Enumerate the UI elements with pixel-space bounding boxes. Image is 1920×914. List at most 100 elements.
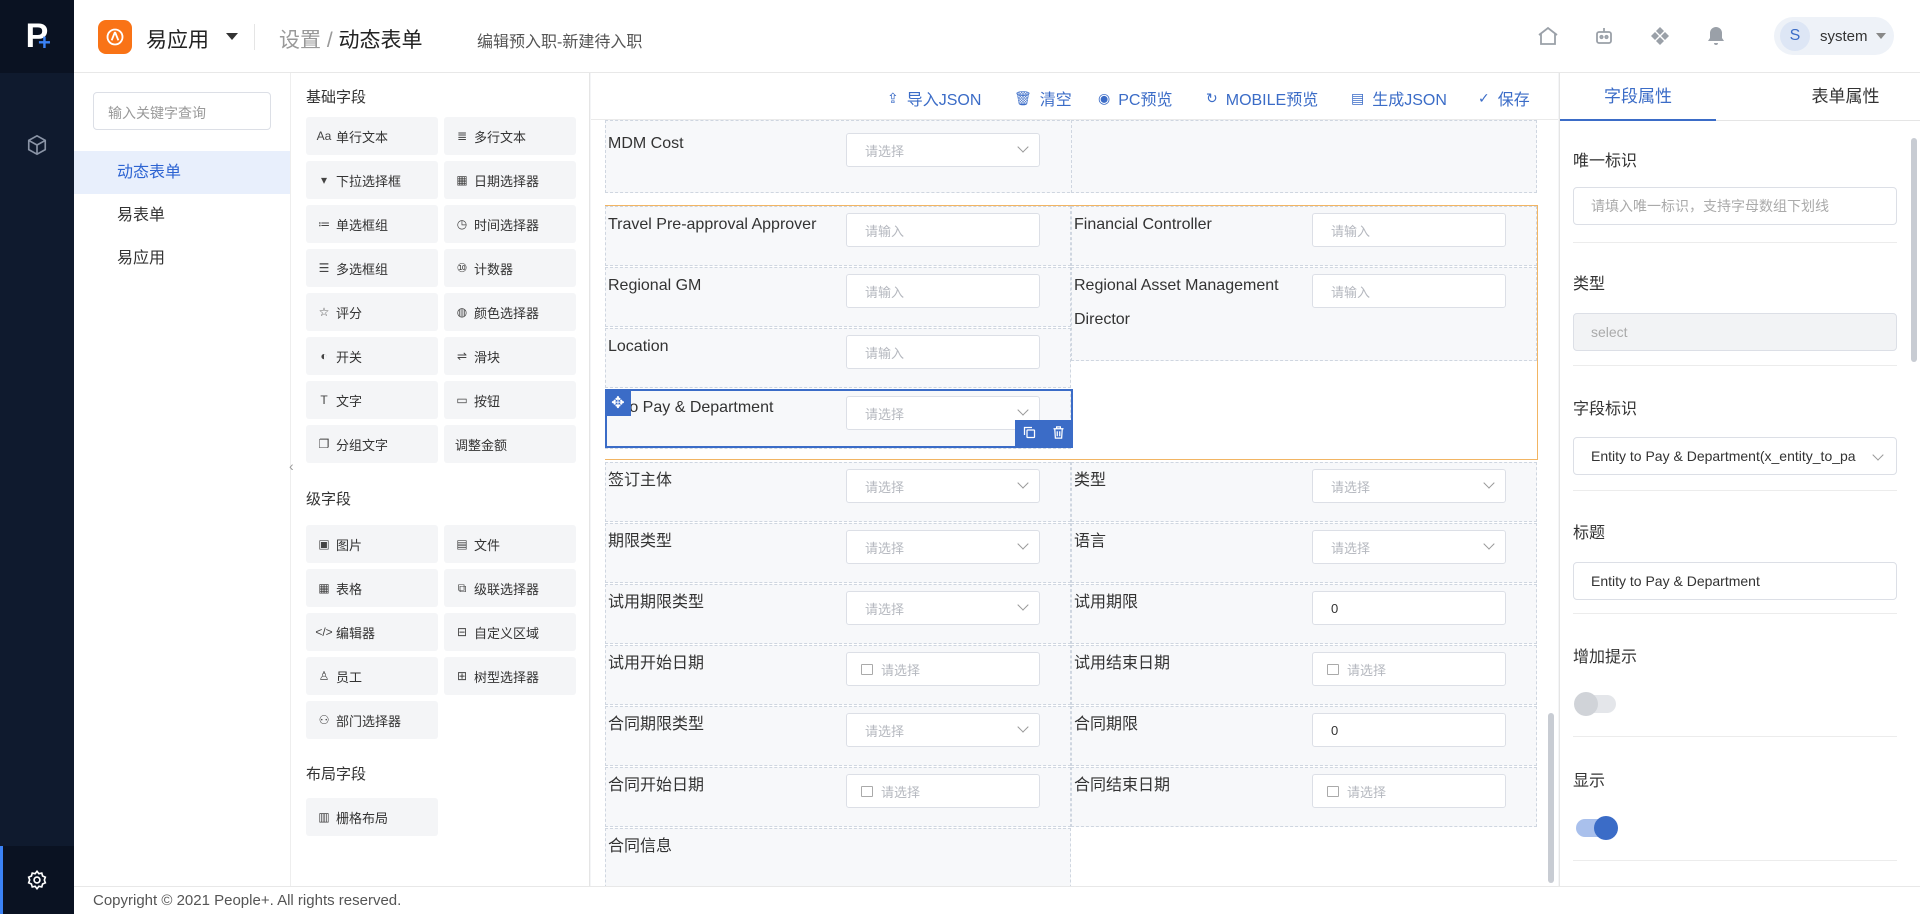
form-field-contract-end[interactable]: 合同结束日期 请选择 (1071, 767, 1537, 827)
settings-icon[interactable] (0, 846, 74, 914)
date-picker[interactable]: 请选择 (1312, 652, 1506, 686)
document-icon: ▤ (1351, 89, 1365, 106)
palette-item[interactable]: ▥ 栅格布局 (306, 798, 438, 836)
palette-item[interactable]: ♙ 员工 (306, 657, 438, 695)
palette-item[interactable]: ⧉ 级联选择器 (444, 569, 576, 607)
palette-item[interactable]: ⇌ 滑块 (444, 337, 576, 375)
select-field[interactable]: 请选择 (846, 469, 1040, 503)
palette-item[interactable]: ≔ 单选框组 (306, 205, 438, 243)
number-value: 0 (1331, 722, 1339, 738)
palette-item[interactable]: ☰ 多选框组 (306, 249, 438, 287)
form-field-sign-entity[interactable]: 签订主体 请选择 (605, 462, 1071, 522)
select-field[interactable]: 请选择 (846, 133, 1040, 167)
select-field[interactable]: 请选择 (846, 591, 1040, 625)
palette-item-label: 文件 (474, 537, 501, 553)
form-field-term-type[interactable]: 期限类型 请选择 (605, 523, 1071, 583)
mobile-preview-button[interactable]: ↻ MOBILE预览 (1206, 86, 1318, 110)
palette-item[interactable]: ⊞ 树型选择器 (444, 657, 576, 695)
field-label: 试用开始日期 (608, 655, 705, 672)
sidebar-search-input[interactable]: 输入关键字查询 (93, 92, 271, 130)
bell-icon[interactable] (1702, 22, 1730, 50)
palette-item[interactable]: ▾ 下拉选择框 (306, 161, 438, 199)
palette-item[interactable]: ▦ 表格 (306, 569, 438, 607)
palette-item[interactable]: ◍ 颜色选择器 (444, 293, 576, 331)
form-field-contract-term[interactable]: 合同期限 0 (1071, 706, 1537, 766)
robot-icon[interactable] (1590, 22, 1618, 50)
palette-item[interactable]: Aa 单行文本 (306, 117, 438, 155)
top-bar: 易应用 设置 / 动态表单 编辑预入职-新建待入职 S system (74, 0, 1920, 73)
selected-field-outline[interactable] (605, 389, 1073, 448)
app-badge-icon[interactable] (98, 20, 132, 54)
field-type-icon: ▥ (318, 810, 330, 824)
form-field-contract-term-type[interactable]: 合同期限类型 请选择 (605, 706, 1071, 766)
collapse-arrow-icon[interactable]: ‹ (289, 458, 294, 474)
title-input[interactable]: Entity to Pay & Department (1573, 562, 1897, 600)
copy-icon[interactable] (1022, 425, 1037, 443)
save-button[interactable]: ✓ 保存 (1478, 86, 1530, 110)
field-type-icon: ▤ (456, 537, 468, 551)
form-field-probation-start[interactable]: 试用开始日期 请选择 (605, 645, 1071, 705)
user-menu[interactable]: S system (1774, 17, 1894, 55)
form-field-probation-end[interactable]: 试用结束日期 请选择 (1071, 645, 1537, 705)
select-field[interactable]: 请选择 (1312, 469, 1506, 503)
tab-form-properties[interactable]: 表单属性 (1770, 73, 1920, 121)
date-picker[interactable]: 请选择 (846, 774, 1040, 808)
sidebar-item-easy-app[interactable]: 易应用 (74, 237, 290, 280)
palette-item[interactable]: </> 编辑器 (306, 613, 438, 651)
unique-id-input[interactable]: 请填入唯一标识，支持字母数组下划线 (1573, 187, 1897, 225)
caret-down-icon[interactable] (226, 33, 238, 40)
field-label: 类型 (1074, 472, 1107, 489)
tab-field-properties[interactable]: 字段属性 (1560, 73, 1716, 121)
app-name[interactable]: 易应用 (146, 24, 209, 54)
palette-item[interactable]: ▭ 按钮 (444, 381, 576, 419)
sidebar-item-dynamic-form[interactable]: 动态表单 (74, 151, 290, 194)
palette-item[interactable]: ▤ 文件 (444, 525, 576, 563)
breadcrumb-root[interactable]: 设置 (279, 29, 321, 52)
palette-item[interactable]: ⑩ 计数器 (444, 249, 576, 287)
form-field-probation-type[interactable]: 试用期限类型 请选择 (605, 584, 1071, 644)
apps-icon[interactable] (1646, 22, 1674, 50)
form-field-type[interactable]: 类型 请选择 (1071, 462, 1537, 522)
import-json-button[interactable]: ⇪ 导入JSON (887, 86, 981, 110)
form-field-language[interactable]: 语言 请选择 (1071, 523, 1537, 583)
select-field[interactable]: 请选择 (1312, 530, 1506, 564)
brand-logo[interactable]: P + (0, 0, 74, 73)
palette-item[interactable]: ◷ 时间选择器 (444, 205, 576, 243)
pc-preview-button[interactable]: ◉ PC预览 (1098, 86, 1172, 110)
form-field-probation-term[interactable]: 试用期限 0 (1071, 584, 1537, 644)
form-field-contract-start[interactable]: 合同开始日期 请选择 (605, 767, 1071, 827)
hint-toggle[interactable] (1574, 692, 1616, 716)
palette-item[interactable]: ▣ 图片 (306, 525, 438, 563)
generate-json-button[interactable]: ▤ 生成JSON (1351, 86, 1447, 110)
form-field-mdm-cost[interactable]: MDM Cost 请选择 (605, 120, 1075, 193)
sidebar-item-easy-form[interactable]: 易表单 (74, 194, 290, 237)
palette-item[interactable]: ⊟ 自定义区域 (444, 613, 576, 651)
home-icon[interactable] (1534, 22, 1562, 50)
palette-item[interactable]: ◐ 开关 (306, 337, 438, 375)
clear-button[interactable]: 🗑 清空 (1014, 86, 1072, 110)
move-handle-icon[interactable]: ✥ (605, 390, 631, 416)
date-picker[interactable]: 请选择 (1312, 774, 1506, 808)
cube-icon[interactable] (0, 115, 74, 175)
number-input[interactable]: 0 (1312, 591, 1506, 625)
properties-scrollbar[interactable] (1911, 138, 1917, 362)
select-field[interactable]: 请选择 (846, 713, 1040, 747)
field-label: 合同开始日期 (608, 777, 705, 794)
palette-item[interactable]: ≣ 多行文本 (444, 117, 576, 155)
form-field-contract-info[interactable]: 合同信息 (605, 828, 1071, 886)
palette-item[interactable]: ⚇ 部门选择器 (306, 701, 438, 739)
canvas-scrollbar[interactable] (1548, 713, 1554, 883)
field-id-select[interactable]: Entity to Pay & Department(x_entity_to_p… (1573, 437, 1897, 475)
palette-item[interactable]: ❐ 分组文字 (306, 425, 438, 463)
palette-item[interactable]: T 文字 (306, 381, 438, 419)
footer: Copyright © 2021 People+. All rights res… (74, 886, 1920, 914)
palette-item[interactable]: 调整金额 (444, 425, 576, 463)
palette-item[interactable]: ☆ 评分 (306, 293, 438, 331)
date-picker[interactable]: 请选择 (846, 652, 1040, 686)
date-placeholder: 请选择 (1347, 784, 1387, 800)
select-field[interactable]: 请选择 (846, 530, 1040, 564)
number-input[interactable]: 0 (1312, 713, 1506, 747)
delete-icon[interactable] (1051, 425, 1066, 443)
palette-item[interactable]: ▦ 日期选择器 (444, 161, 576, 199)
show-toggle[interactable] (1576, 816, 1618, 840)
